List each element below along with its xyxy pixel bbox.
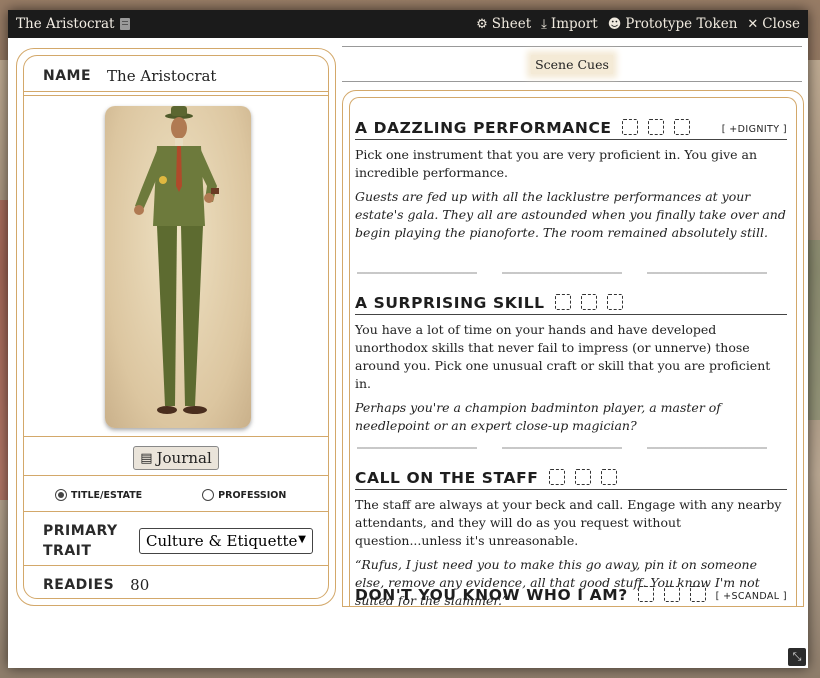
cue-surprising-skill: A SURPRISING SKILL You have a lot of tim…: [355, 286, 787, 435]
cue-checkboxes: [637, 586, 706, 602]
download-icon: ⤓: [541, 16, 547, 32]
name-label: NAME: [43, 68, 92, 84]
close-button[interactable]: ✕ Close: [747, 16, 800, 32]
journal-icon: ▤: [140, 450, 153, 466]
cue-header: DON'T YOU KNOW WHO I AM? [ +SCANDAL ]: [355, 578, 787, 606]
cue-checkbox[interactable]: [554, 294, 571, 310]
aristocrat-illustration: [134, 106, 219, 414]
import-button-label: Import: [550, 16, 598, 32]
tab-strip: Scene Cues: [342, 46, 802, 82]
cue-checkbox[interactable]: [663, 586, 680, 602]
radio-profession-label: Profession: [218, 489, 287, 501]
cue-title: A DAZZLING PERFORMANCE: [355, 119, 612, 137]
primary-label-line2: TRAIT: [43, 543, 92, 559]
journal-label: Journal: [156, 449, 212, 467]
cue-checkbox[interactable]: [689, 586, 706, 602]
cue-checkbox[interactable]: [548, 469, 565, 485]
primary-label-line1: PRIMARY: [43, 523, 118, 539]
actor-sheet-window: The Aristocrat ⚙ Sheet ⤓ Import ☻ Protot…: [8, 10, 808, 668]
radio-dot: [202, 489, 215, 501]
cue-checkboxes: [548, 469, 617, 485]
cue-tag: [ +DIGNITY ]: [721, 124, 787, 135]
primary-trait-row: PRIMARY TRAIT Culture & Etiquette ▼: [23, 517, 329, 566]
close-button-label: Close: [762, 16, 800, 32]
document-id-icon[interactable]: [120, 18, 131, 30]
prototype-token-label: Prototype Token: [625, 16, 738, 32]
readies-label: READIES: [43, 577, 115, 593]
cue-checkbox[interactable]: [606, 294, 623, 310]
name-input[interactable]: The Aristocrat: [107, 67, 216, 85]
cue-flavor: Perhaps you're a champion badminton play…: [355, 400, 721, 433]
character-portrait[interactable]: [105, 106, 251, 428]
window-titlebar[interactable]: The Aristocrat ⚙ Sheet ⤓ Import ☻ Protot…: [8, 10, 808, 38]
cue-title: A SURPRISING SKILL: [355, 294, 545, 312]
cue-header: A SURPRISING SKILL: [355, 286, 787, 315]
sheet-button[interactable]: ⚙ Sheet: [476, 16, 531, 32]
cue-checkbox[interactable]: [637, 586, 654, 602]
readies-row: READIES 80: [23, 571, 329, 599]
background-wall-right: [806, 240, 820, 420]
radio-dot: [55, 489, 67, 501]
readies-input[interactable]: 80: [130, 576, 149, 594]
cue-checkbox[interactable]: [621, 119, 638, 135]
radio-title-estate[interactable]: Title/Estate: [55, 489, 142, 501]
resize-handle-icon[interactable]: ⤡: [788, 648, 806, 666]
prototype-token-button[interactable]: ☻ Prototype Token: [608, 16, 738, 32]
cue-title: CALL ON THE STAFF: [355, 469, 539, 487]
primary-trait-value: Culture & Etiquette: [146, 532, 298, 550]
cue-dont-you-know: DON'T YOU KNOW WHO I AM? [ +SCANDAL ]: [355, 578, 787, 606]
cue-tag: [ +SCANDAL ]: [715, 591, 787, 602]
cue-body: You have a lot of time on your hands and…: [355, 322, 771, 391]
sheet-button-label: Sheet: [491, 16, 532, 32]
cue-body: The staff are always at your beck and ca…: [355, 497, 782, 548]
cue-header: A DAZZLING PERFORMANCE [ +DIGNITY ]: [355, 111, 787, 140]
cue-header: CALL ON THE STAFF: [355, 461, 787, 490]
name-row: NAME The Aristocrat: [23, 61, 329, 92]
cue-checkbox[interactable]: [600, 469, 617, 485]
cue-checkboxes: [554, 294, 623, 310]
chevron-down-icon: ▼: [298, 534, 306, 545]
cue-title: DON'T YOU KNOW WHO I AM?: [355, 586, 628, 604]
radio-title-label: Title/Estate: [71, 489, 143, 501]
tab-scene-cues[interactable]: Scene Cues: [531, 54, 613, 74]
user-circle-icon: ☻: [607, 16, 622, 32]
import-button[interactable]: ⤓ Import: [541, 16, 598, 32]
window-title-group: The Aristocrat: [16, 16, 466, 32]
cue-divider: [357, 272, 787, 274]
cue-checkbox[interactable]: [574, 469, 591, 485]
cue-divider: [357, 447, 787, 449]
journal-row: ▤ Journal: [23, 441, 329, 476]
cue-dazzling-performance: A DAZZLING PERFORMANCE [ +DIGNITY ] Pick…: [355, 111, 787, 242]
cue-flavor: Guests are fed up with all the lacklustr…: [355, 189, 786, 240]
primary-trait-label: PRIMARY TRAIT: [23, 521, 133, 561]
close-icon: ✕: [747, 16, 759, 32]
portrait-area: [23, 95, 329, 437]
cue-checkbox[interactable]: [647, 119, 664, 135]
cue-checkboxes: [621, 119, 690, 135]
journal-button[interactable]: ▤ Journal: [133, 446, 219, 470]
character-panel: NAME The Aristocrat ▤ Journal TITLE/ESTA…: [16, 48, 336, 606]
cue-checkbox[interactable]: [673, 119, 690, 135]
role-radio-row: Title/Estate Profession: [23, 479, 329, 512]
scene-cues-panel[interactable]: A DAZZLING PERFORMANCE [ +DIGNITY ] Pick…: [342, 90, 804, 607]
gear-icon: ⚙: [476, 16, 488, 32]
window-title: The Aristocrat: [16, 16, 115, 32]
cue-body: Pick one instrument that you are very pr…: [355, 147, 758, 180]
radio-profession[interactable]: Profession: [202, 489, 286, 501]
primary-trait-select[interactable]: Culture & Etiquette ▼: [139, 528, 313, 554]
cue-checkbox[interactable]: [580, 294, 597, 310]
